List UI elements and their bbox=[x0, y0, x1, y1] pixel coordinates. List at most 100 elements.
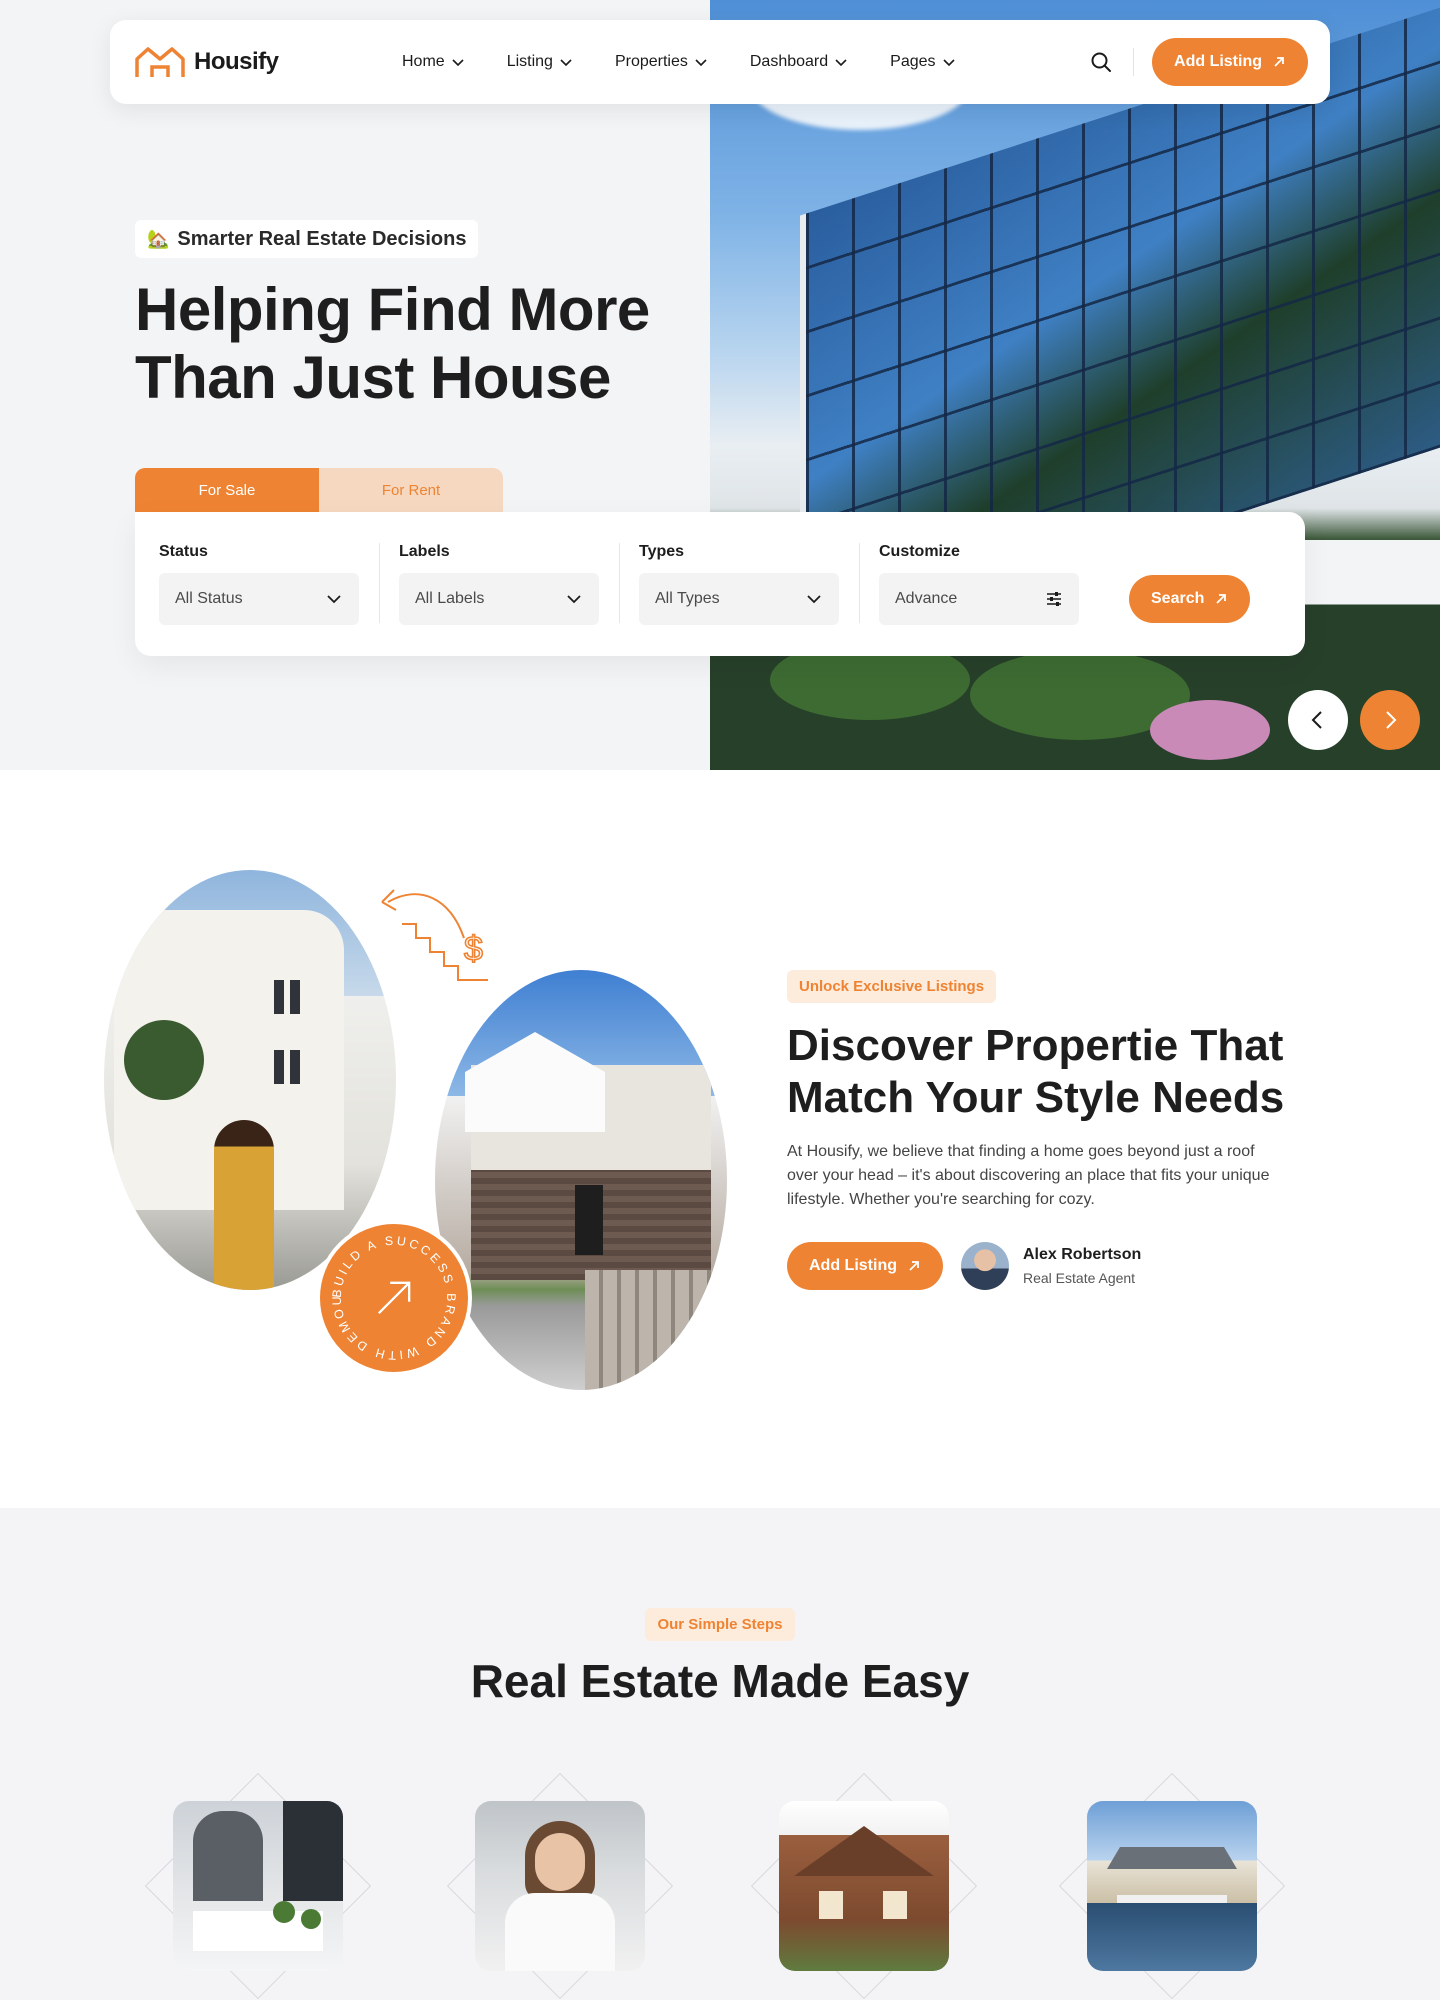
about-description: At Housify, we believe that finding a ho… bbox=[787, 1143, 1270, 1208]
window-shape bbox=[819, 1891, 843, 1919]
field-label: Status bbox=[159, 543, 208, 560]
field-label: Labels bbox=[399, 543, 450, 560]
labels-field: Labels All Labels bbox=[379, 543, 599, 625]
select-value: All Labels bbox=[415, 590, 485, 607]
fence-shape bbox=[585, 1270, 727, 1390]
hero-section: Housify Home Listing Properties Dashboar… bbox=[0, 0, 1440, 770]
svg-text:$: $ bbox=[464, 930, 483, 968]
agent-name: Alex Robertson bbox=[1023, 1246, 1142, 1263]
roof-shape bbox=[794, 1826, 934, 1876]
badge-text: BUILD A SUCCESS BRAND WITH DEMOUI bbox=[320, 1224, 458, 1362]
advance-select[interactable]: Advance bbox=[879, 573, 1079, 625]
palm-shape bbox=[124, 1020, 204, 1100]
window-shape bbox=[274, 1050, 284, 1084]
about-tag: Unlock Exclusive Listings bbox=[787, 970, 997, 1003]
steps-tag: Our Simple Steps bbox=[645, 1608, 795, 1641]
agent-card[interactable]: Alex Robertson Real Estate Agent bbox=[961, 1242, 1141, 1290]
arrow-up-right-icon bbox=[378, 1281, 411, 1314]
chevron-down-icon bbox=[567, 595, 581, 604]
chevron-down-icon bbox=[560, 59, 572, 67]
nav-item-dashboard[interactable]: Dashboard bbox=[750, 53, 848, 71]
dock-shape bbox=[1117, 1895, 1227, 1903]
types-field: Types All Types bbox=[619, 543, 839, 625]
avatar bbox=[961, 1242, 1009, 1290]
search-button[interactable]: Search bbox=[1129, 575, 1251, 623]
sliders-icon bbox=[1047, 592, 1061, 606]
slider-prev-button[interactable] bbox=[1288, 690, 1348, 750]
house-emoji-icon: 🏡 bbox=[147, 228, 170, 249]
customize-field: Customize Advance bbox=[859, 543, 1079, 625]
step-card[interactable] bbox=[138, 1766, 378, 2000]
face-shape bbox=[535, 1833, 585, 1891]
step-card[interactable] bbox=[744, 1766, 984, 2000]
search-icon[interactable] bbox=[1087, 48, 1115, 76]
select-value: Advance bbox=[895, 590, 958, 607]
window-shape bbox=[290, 1050, 300, 1084]
window-shape bbox=[274, 980, 284, 1014]
tab-for-sale[interactable]: For Sale bbox=[135, 468, 319, 512]
nav-item-label: Home bbox=[402, 53, 445, 70]
chevron-right-icon bbox=[1386, 711, 1397, 729]
shirt-shape bbox=[505, 1893, 615, 1971]
arrow-up-right-icon bbox=[1216, 594, 1227, 604]
search-tabs: For Sale For Rent bbox=[135, 468, 503, 512]
success-brand-badge[interactable]: BUILD A SUCCESS BRAND WITH DEMOUI bbox=[316, 1213, 472, 1376]
nav-item-home[interactable]: Home bbox=[402, 53, 465, 71]
nav-actions: Add Listing bbox=[1087, 38, 1308, 86]
nav-item-properties[interactable]: Properties bbox=[615, 53, 708, 71]
top-navbar: Housify Home Listing Properties Dashboar… bbox=[110, 20, 1330, 104]
nav-item-label: Pages bbox=[890, 53, 936, 70]
add-listing-label: Add Listing bbox=[809, 1257, 897, 1274]
about-section: $ BUILD A SUCCESS BRAND WITH DEMOUI Unlo… bbox=[0, 770, 1440, 1508]
about-title: Discover Propertie That Match Your Style… bbox=[787, 1021, 1285, 1122]
nav-item-label: Properties bbox=[614, 53, 688, 70]
agent-info: Alex Robertson Real Estate Agent bbox=[1023, 1246, 1141, 1286]
tree-shape bbox=[301, 1909, 321, 1929]
nav-item-listing[interactable]: Listing bbox=[507, 53, 573, 71]
nav-divider bbox=[1133, 48, 1135, 76]
tree-shape bbox=[273, 1901, 295, 1923]
chevron-down-icon bbox=[327, 595, 341, 604]
brick-house-photo bbox=[779, 1801, 949, 1971]
stairs-dollar-icon: $ bbox=[381, 889, 488, 981]
select-value: All Status bbox=[175, 590, 243, 607]
types-select[interactable]: All Types bbox=[639, 573, 839, 625]
agent-keys-photo bbox=[475, 1801, 645, 1971]
chevron-down-icon bbox=[452, 59, 464, 67]
person-shape bbox=[283, 1801, 343, 1901]
status-select[interactable]: All Status bbox=[159, 573, 359, 625]
house-logo-icon bbox=[135, 47, 185, 77]
status-field: Status All Status bbox=[159, 543, 359, 625]
chevron-left-icon bbox=[1311, 711, 1322, 729]
brand-logo[interactable]: Housify bbox=[134, 45, 384, 79]
door-shape bbox=[575, 1185, 603, 1255]
labels-select[interactable]: All Labels bbox=[399, 573, 599, 625]
roof-shape bbox=[465, 1032, 605, 1132]
nav-item-label: Listing bbox=[506, 53, 553, 70]
add-listing-button[interactable]: Add Listing bbox=[1152, 38, 1308, 86]
step-card[interactable] bbox=[440, 1766, 680, 2000]
field-label: Customize bbox=[879, 543, 960, 560]
tab-for-rent[interactable]: For Rent bbox=[319, 468, 503, 512]
step-card[interactable] bbox=[1052, 1766, 1292, 2000]
slider-next-button[interactable] bbox=[1360, 690, 1420, 750]
rotating-text-badge: BUILD A SUCCESS BRAND WITH DEMOUI bbox=[317, 1213, 458, 1362]
modern-house-photo bbox=[435, 970, 727, 1390]
arrow-up-right-icon bbox=[909, 1261, 919, 1271]
nav-menu: Home Listing Properties Dashboard Pages bbox=[402, 53, 1087, 71]
person-shape bbox=[193, 1811, 263, 1901]
woman-figure bbox=[214, 1120, 274, 1290]
agent-role: Real Estate Agent bbox=[1023, 1270, 1136, 1286]
hero-tag: 🏡 Smarter Real Estate Decisions bbox=[135, 220, 479, 258]
chevron-down-icon bbox=[942, 59, 955, 67]
arrow-up-right-icon bbox=[1274, 57, 1284, 67]
hero-title: Helping Find More Than Just House bbox=[135, 276, 650, 411]
nav-item-pages[interactable]: Pages bbox=[890, 53, 955, 71]
hero-tag-text: Smarter Real Estate Decisions bbox=[177, 227, 467, 250]
add-listing-button[interactable]: Add Listing bbox=[787, 1242, 943, 1290]
steps-section: Our Simple Steps Real Estate Made Easy bbox=[0, 1508, 1440, 2000]
handshake-photo bbox=[173, 1801, 343, 1971]
window-shape bbox=[883, 1891, 907, 1919]
search-button-label: Search bbox=[1151, 590, 1205, 607]
nav-item-label: Dashboard bbox=[749, 53, 829, 70]
